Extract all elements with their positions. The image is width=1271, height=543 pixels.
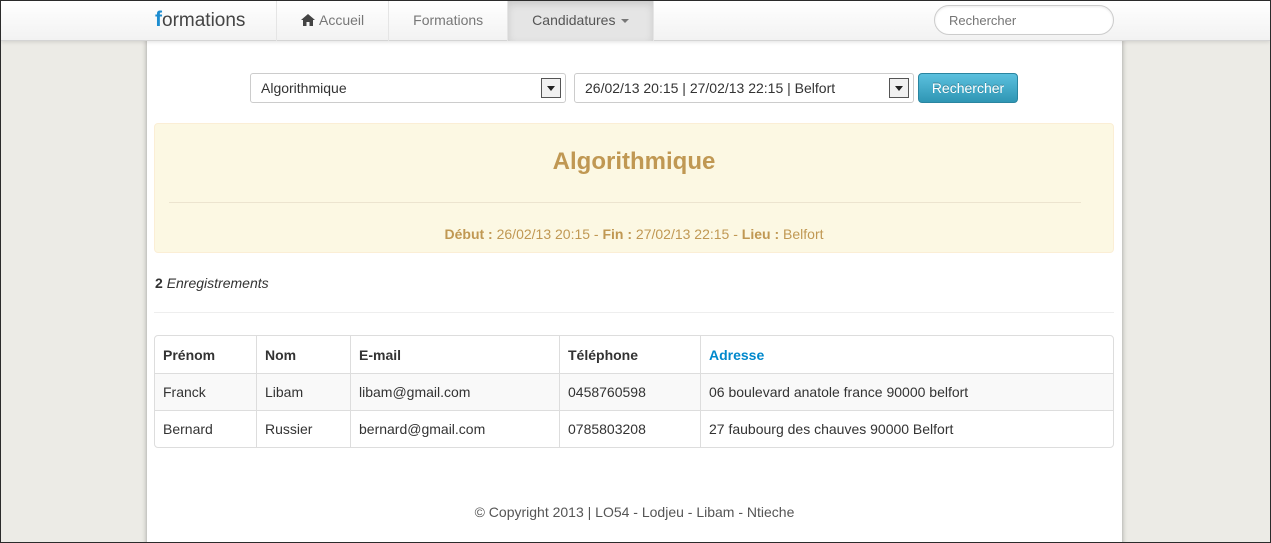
cell-telephone: 0785803208 — [559, 410, 700, 447]
column-header-nom[interactable]: Nom — [256, 336, 350, 373]
top-navbar: formations Accueil Formations Candidatur… — [1, 1, 1270, 41]
column-header-prenom[interactable]: Prénom — [155, 336, 256, 373]
navbar-search-input[interactable] — [934, 5, 1114, 35]
session-info-panel: Algorithmique Début : 26/02/13 20:15 - F… — [154, 123, 1114, 253]
nav-item-formations-label: Formations — [413, 12, 484, 28]
formation-select-value: Algorithmique — [261, 80, 347, 96]
nav-item-accueil[interactable]: Accueil — [276, 1, 388, 41]
cell-nom: Russier — [256, 410, 350, 447]
place-value: Belfort — [783, 226, 824, 242]
formation-select[interactable]: Algorithmique — [250, 73, 566, 103]
session-select[interactable]: 26/02/13 20:15 | 27/02/13 22:15 | Belfor… — [574, 73, 914, 103]
cell-adresse: 27 faubourg des chauves 90000 Belfort — [700, 410, 1113, 447]
nav-item-candidatures[interactable]: Candidatures — [507, 1, 655, 41]
end-label: Fin : — [602, 226, 633, 242]
cell-prenom: Franck — [155, 373, 256, 410]
dropdown-arrow-icon[interactable] — [541, 78, 561, 98]
table-row: Franck Libam libam@gmail.com 0458760598 … — [155, 373, 1113, 410]
cell-adresse: 06 boulevard anatole france 90000 belfor… — [700, 373, 1113, 410]
nav-item-candidatures-label: Candidatures — [532, 12, 616, 28]
browser-window: formations Accueil Formations Candidatur… — [0, 0, 1271, 543]
start-value: 26/02/13 20:15 — [496, 226, 591, 242]
record-count-label: Enregistrements — [166, 275, 269, 291]
brand-logo[interactable]: formations — [155, 7, 245, 33]
search-button[interactable]: Rechercher — [918, 73, 1018, 103]
start-label: Début : — [444, 226, 493, 242]
column-header-email[interactable]: E-mail — [350, 336, 559, 373]
column-header-telephone[interactable]: Téléphone — [559, 336, 700, 373]
session-divider — [169, 202, 1081, 203]
column-header-adresse[interactable]: Adresse — [700, 336, 1113, 373]
place-label: Lieu : — [741, 226, 780, 242]
cell-email: bernard@gmail.com — [350, 410, 559, 447]
brand-text: ormations — [162, 10, 246, 31]
caret-down-icon — [621, 19, 630, 23]
table-row: Bernard Russier bernard@gmail.com 078580… — [155, 410, 1113, 447]
main-nav: Accueil Formations Candidatures — [276, 1, 655, 41]
page-footer: © Copyright 2013 | LO54 - Lodjeu - Libam… — [474, 504, 795, 520]
end-value: 27/02/13 22:15 — [635, 226, 730, 242]
record-count-number: 2 — [155, 275, 163, 291]
cell-nom: Libam — [256, 373, 350, 410]
session-meta: Début : 26/02/13 20:15 - Fin : 27/02/13 … — [155, 226, 1113, 242]
nav-item-formations[interactable]: Formations — [388, 1, 507, 41]
separator: - — [590, 226, 603, 242]
record-count: 2 Enregistrements — [155, 275, 269, 291]
cell-prenom: Bernard — [155, 410, 256, 447]
candidates-table: Prénom Nom E-mail Téléphone Adresse Fran… — [154, 335, 1114, 448]
home-icon — [301, 14, 315, 26]
brand-f-icon: f — [155, 8, 162, 31]
nav-item-accueil-label: Accueil — [319, 12, 365, 28]
session-title: Algorithmique — [552, 148, 716, 175]
table-header-row: Prénom Nom E-mail Téléphone Adresse — [155, 336, 1113, 373]
separator: - — [729, 226, 742, 242]
main-content: Algorithmique 26/02/13 20:15 | 27/02/13 … — [147, 39, 1122, 542]
section-divider — [154, 312, 1114, 313]
session-select-value: 26/02/13 20:15 | 27/02/13 22:15 | Belfor… — [585, 80, 836, 96]
cell-email: libam@gmail.com — [350, 373, 559, 410]
dropdown-arrow-icon[interactable] — [889, 78, 909, 98]
cell-telephone: 0458760598 — [559, 373, 700, 410]
